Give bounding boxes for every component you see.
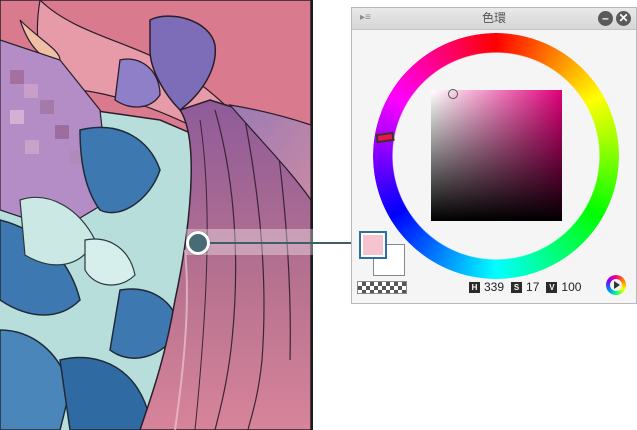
saturation-value-square[interactable]: [431, 89, 562, 221]
hsv-mode-icon[interactable]: [606, 275, 626, 295]
h-label: H: [469, 281, 480, 293]
panel-title: 色環: [481, 11, 506, 25]
hsv-readout: H 339 S 17 V 100: [469, 279, 584, 295]
v-label: V: [546, 281, 558, 293]
sv-cursor[interactable]: [448, 89, 459, 99]
color-wheel[interactable]: [373, 33, 619, 279]
transparent-color-icon[interactable]: [357, 281, 407, 294]
s-label: S: [511, 281, 523, 293]
close-icon[interactable]: ✕: [616, 11, 631, 26]
minimize-icon[interactable]: –: [598, 11, 613, 26]
h-value: 339: [484, 280, 505, 294]
panel-titlebar[interactable]: ▸≡ 色環 – ✕: [352, 8, 636, 30]
main-color-swatch[interactable]: [359, 231, 387, 259]
illustration-canvas[interactable]: [0, 0, 313, 430]
v-value: 100: [561, 280, 582, 294]
callout-dot: [186, 231, 210, 255]
s-value: 17: [526, 280, 540, 294]
color-wheel-panel: ▸≡ 色環 – ✕ H 339 S 17 V 100: [351, 7, 637, 304]
main-color-fill: [363, 235, 383, 255]
